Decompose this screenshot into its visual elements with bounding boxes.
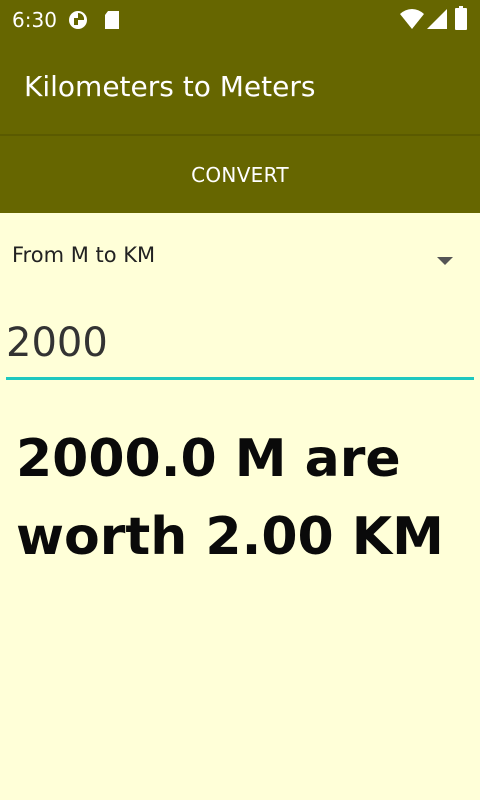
- app-title: Kilometers to Meters: [24, 70, 316, 103]
- battery-icon: [455, 6, 467, 34]
- spinner-selected-label: From M to KM: [12, 243, 156, 267]
- pinwheel-icon: [68, 10, 88, 34]
- number-input[interactable]: [6, 308, 474, 380]
- wifi-icon: [400, 8, 424, 34]
- cell-signal-icon: [426, 8, 448, 34]
- app-bar: Kilometers to Meters: [0, 40, 480, 134]
- result-text: 2000.0 M are worth 2.00 KM: [16, 429, 444, 567]
- convert-button[interactable]: CONVERT: [0, 136, 480, 213]
- dropdown-arrow-icon: [436, 251, 454, 270]
- sd-card-icon: [104, 10, 120, 34]
- status-time: 6:30: [12, 8, 57, 32]
- unit-direction-spinner[interactable]: From M to KM: [0, 213, 480, 297]
- convert-toolbar: CONVERT: [0, 136, 480, 213]
- number-input-container: [6, 308, 474, 386]
- status-bar: 6:30: [0, 0, 480, 40]
